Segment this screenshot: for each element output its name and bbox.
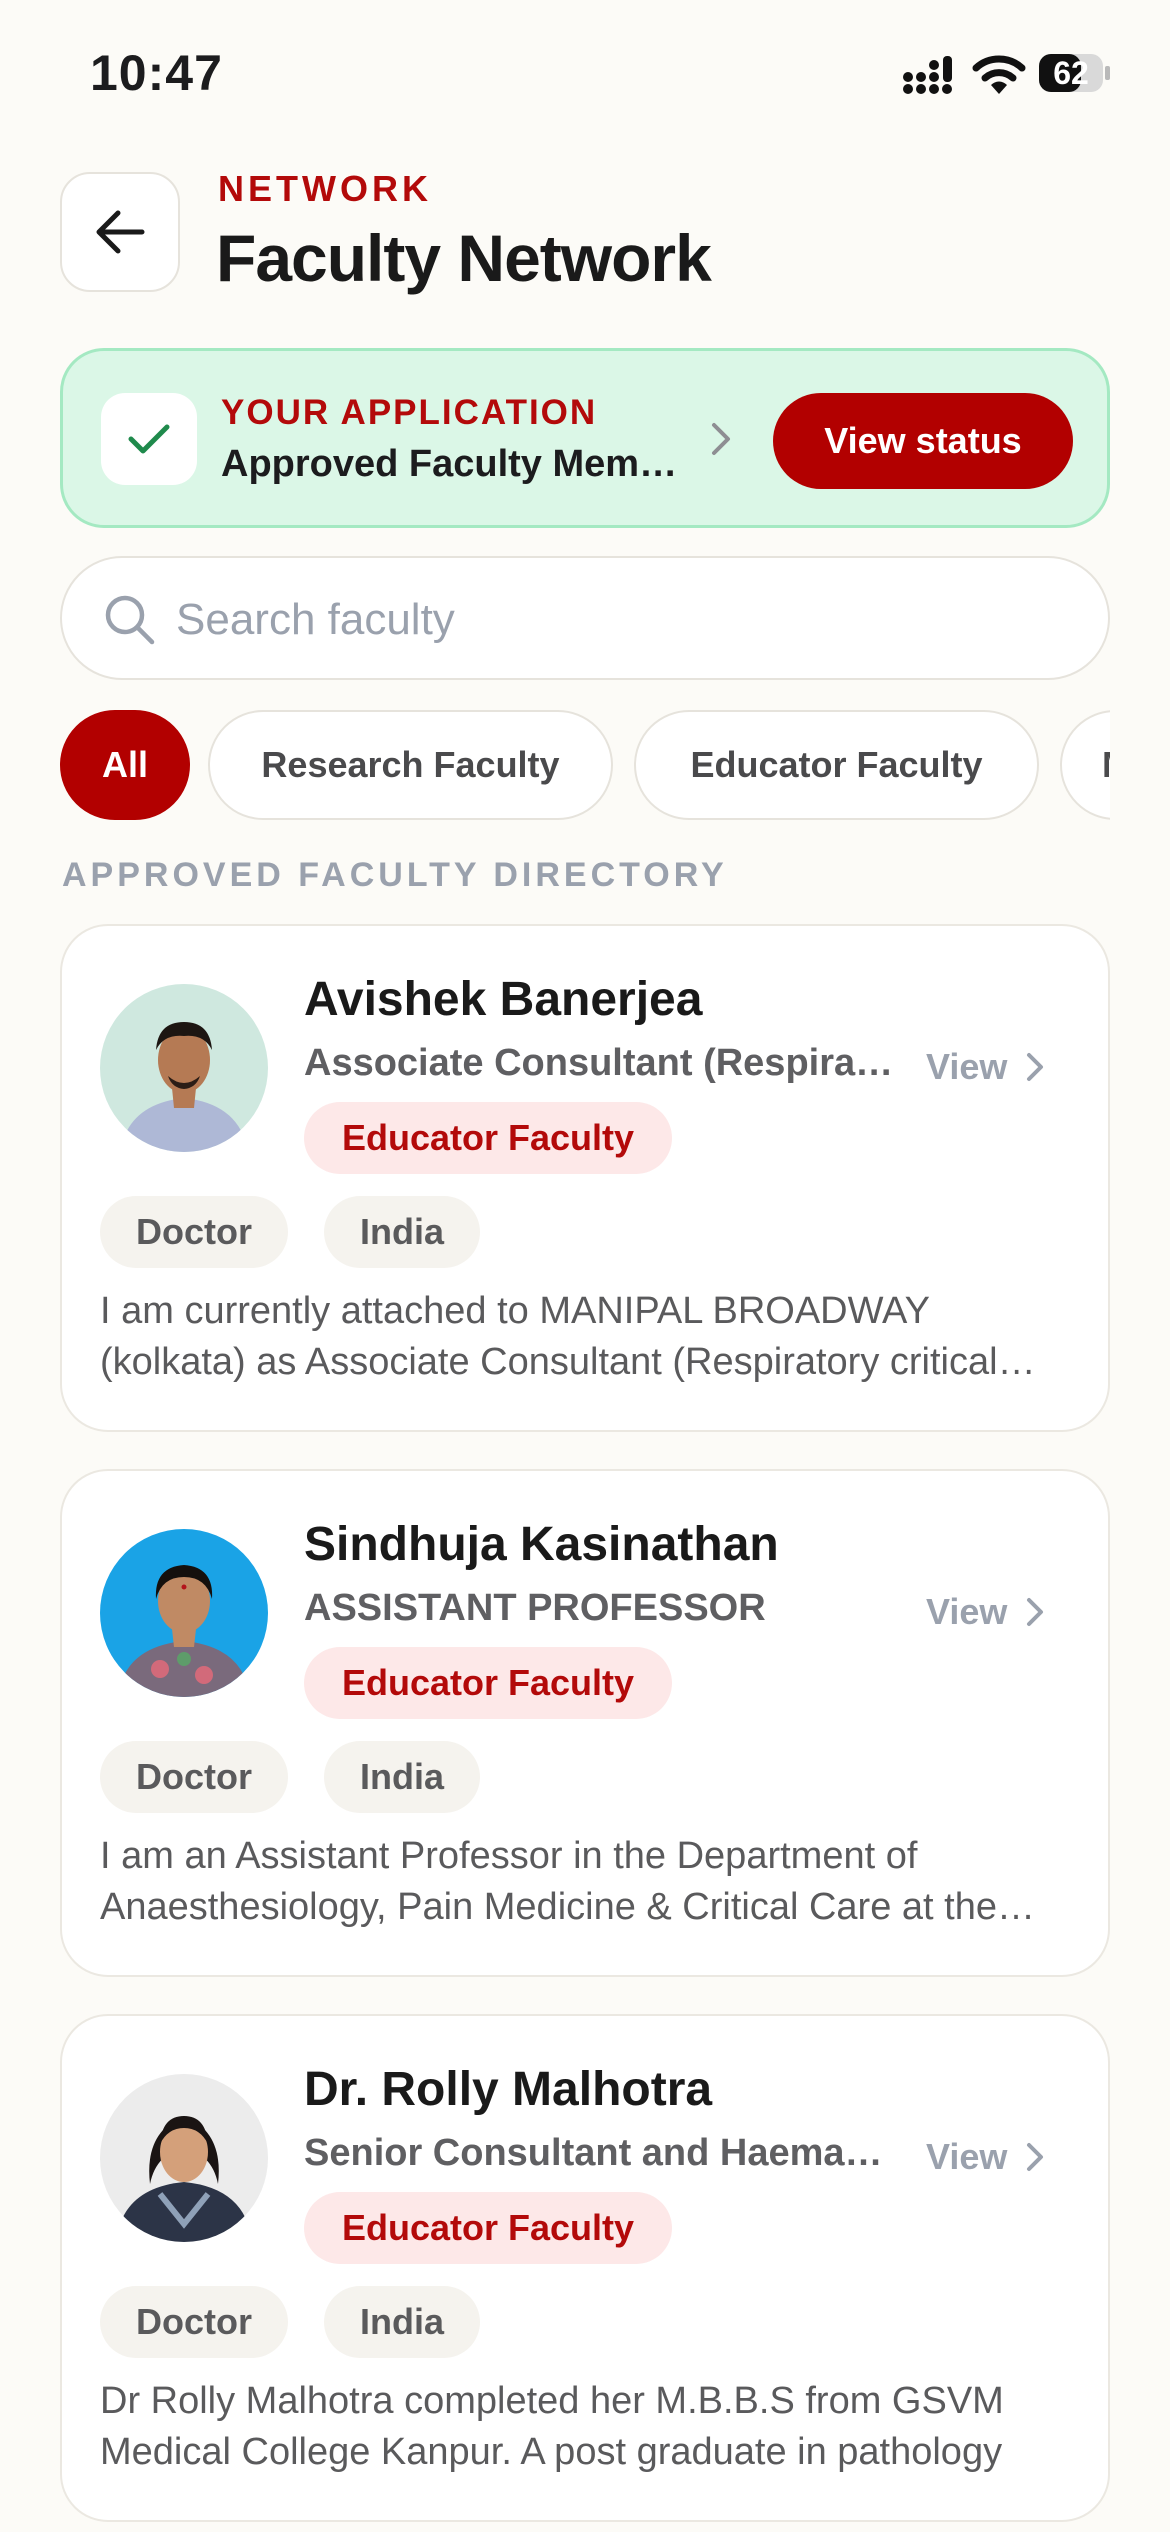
faculty-card[interactable]: Avishek Banerjea Associate Consultant (R… <box>60 924 1110 1432</box>
search-bar[interactable] <box>60 556 1110 680</box>
view-label: View <box>926 2136 1008 2177</box>
cellular-signal-icon <box>903 56 952 94</box>
tag-profession: Doctor <box>100 1741 288 1813</box>
application-label: YOUR APPLICATION <box>221 393 598 432</box>
wifi-icon <box>972 55 1026 94</box>
tag-country: India <box>324 2286 481 2358</box>
back-button[interactable] <box>60 172 180 292</box>
faculty-card[interactable]: Dr. Rolly Malhotra Senior Consultant and… <box>60 2014 1110 2522</box>
faculty-role: ASSISTANT PROFESSOR <box>304 1587 766 1629</box>
avatar <box>100 2074 268 2242</box>
view-profile-link[interactable]: View <box>926 1591 1045 1633</box>
filter-chip-more[interactable]: M <box>1060 710 1110 820</box>
faculty-bio: I am currently attached to MANIPAL BROAD… <box>100 1290 998 1383</box>
view-profile-link[interactable]: View <box>926 1046 1045 1088</box>
filter-chip-all[interactable]: All <box>60 710 190 820</box>
status-bar: 10:47 62 <box>0 0 1170 140</box>
faculty-bio: I am an Assistant Professor in the Depar… <box>100 1835 997 1928</box>
application-value: Approved Faculty Member <box>221 443 681 485</box>
tag-profession: Doctor <box>100 2286 288 2358</box>
filter-chips: All Research Faculty Educator Faculty M <box>60 710 1110 822</box>
filter-chip-educator[interactable]: Educator Faculty <box>634 710 1039 820</box>
view-profile-link[interactable]: View <box>926 2136 1045 2178</box>
faculty-type-badge: Educator Faculty <box>304 2192 673 2264</box>
faculty-role: Senior Consultant and Haematologist <box>304 2132 894 2174</box>
faculty-role: Associate Consultant (Respiratory Critic… <box>304 1042 894 1084</box>
view-status-button[interactable]: View status <box>773 393 1073 489</box>
page-title: Faculty Network <box>216 221 712 295</box>
section-label: APPROVED FACULTY DIRECTORY <box>62 856 728 894</box>
application-check-badge <box>101 393 197 485</box>
faculty-name: Avishek Banerjea <box>304 973 703 1026</box>
battery-level: 62 <box>1053 55 1089 91</box>
view-label: View <box>926 1591 1008 1632</box>
search-icon <box>105 595 155 645</box>
status-time: 10:47 <box>90 45 223 101</box>
arrow-left-icon <box>96 210 145 254</box>
faculty-name: Sindhuja Kasinathan <box>304 1518 779 1571</box>
faculty-bio: Dr Rolly Malhotra completed her M.B.B.S … <box>100 2380 1004 2473</box>
checkmark-icon <box>128 424 170 454</box>
search-input[interactable] <box>176 588 1056 652</box>
chevron-right-icon <box>1027 1053 1044 1081</box>
header-eyebrow: NETWORK <box>218 168 432 209</box>
avatar <box>100 984 268 1152</box>
avatar <box>100 1529 268 1697</box>
tag-country: India <box>324 1741 481 1813</box>
faculty-name: Dr. Rolly Malhotra <box>304 2063 713 2116</box>
chevron-right-icon <box>1027 2143 1044 2171</box>
faculty-type-badge: Educator Faculty <box>304 1647 673 1719</box>
faculty-type-badge: Educator Faculty <box>304 1102 673 1174</box>
chevron-right-icon <box>712 423 730 455</box>
tag-country: India <box>324 1196 481 1268</box>
filter-chip-research[interactable]: Research Faculty <box>208 710 613 820</box>
faculty-card[interactable]: Sindhuja Kasinathan ASSISTANT PROFESSOR … <box>60 1469 1110 1977</box>
view-label: View <box>926 1046 1008 1087</box>
battery-icon: 62 <box>1038 52 1112 94</box>
chevron-right-icon <box>1027 1598 1044 1626</box>
tag-profession: Doctor <box>100 1196 288 1268</box>
application-status-banner[interactable]: YOUR APPLICATION Approved Faculty Member… <box>60 348 1110 528</box>
